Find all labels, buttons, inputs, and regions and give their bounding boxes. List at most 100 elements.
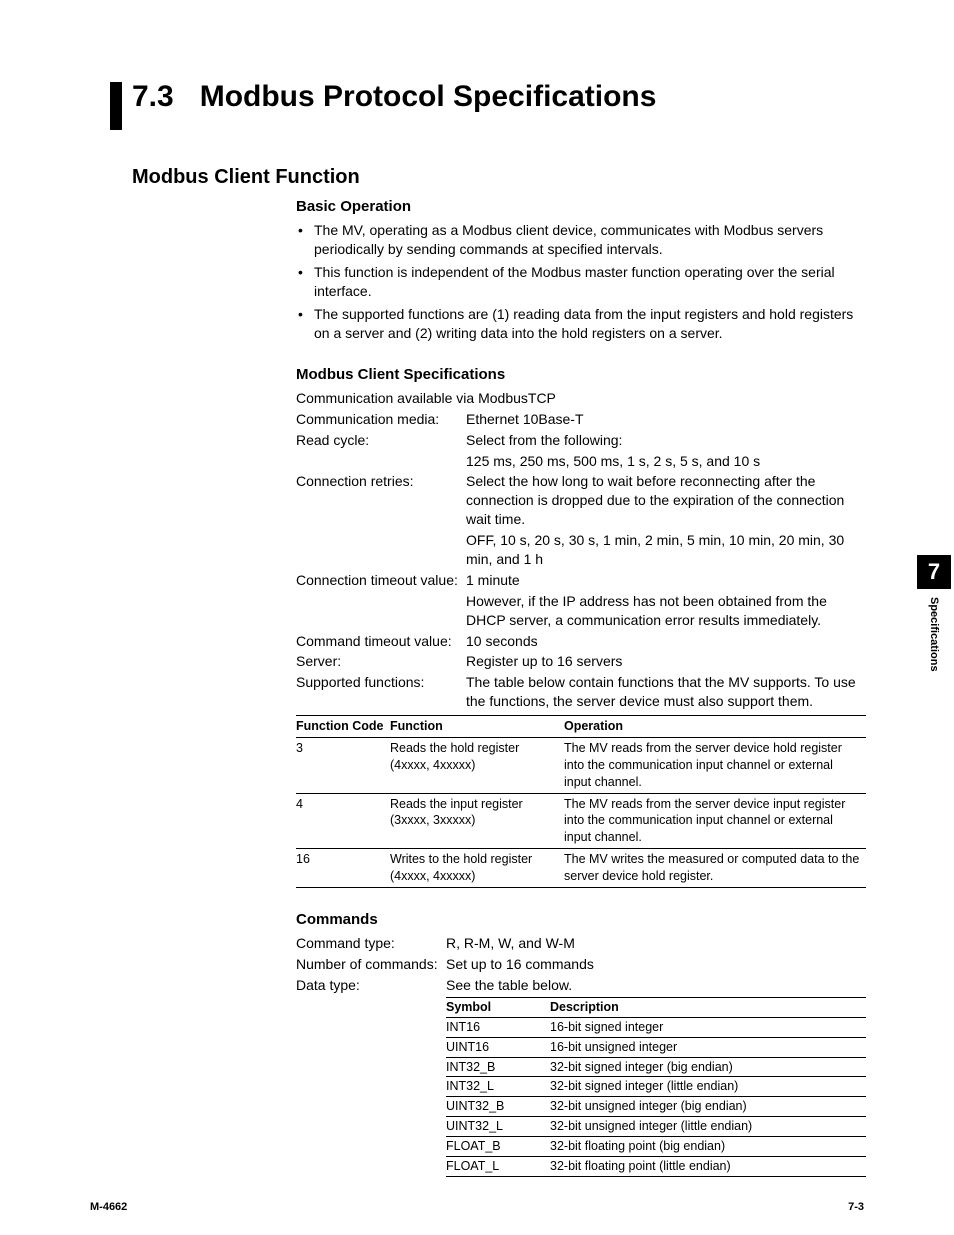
client-specs-intro: Communication available via ModbusTCP [296,389,866,408]
cell-op: The MV reads from the server device inpu… [564,793,866,849]
cell-func: Writes to the hold register (4xxxx, 4xxx… [390,849,564,888]
cell-code: 4 [296,793,390,849]
spec-key: Communication media: [296,410,466,429]
side-tab: 7 Specifications [914,555,954,677]
spec-row: Supported functions:The table below cont… [296,673,866,711]
table-row: INT1616-bit signed integer [446,1017,866,1037]
spec-val: However, if the IP address has not been … [466,592,866,630]
cell-code: 3 [296,737,390,793]
table-row: 4 Reads the input register (3xxxx, 3xxxx… [296,793,866,849]
section-heading: 7.3 Modbus Protocol Specifications [110,80,864,130]
cell-sym: INT16 [446,1017,550,1037]
spec-key: Supported functions: [296,673,466,711]
table-row: UINT32_B32-bit unsigned integer (big end… [446,1097,866,1117]
cmd-row: Data type:See the table below. [296,976,866,995]
spec-key: Connection timeout value: [296,571,466,590]
chapter-chip: 7 [917,555,951,589]
basic-operation-list: The MV, operating as a Modbus client dev… [296,221,866,342]
data-type-table: Symbol Description INT1616-bit signed in… [446,997,866,1177]
cell-desc: 16-bit signed integer [550,1017,866,1037]
spec-row: Communication media:Ethernet 10Base-T [296,410,866,429]
cmd-key: Command type: [296,934,446,953]
spec-val: 125 ms, 250 ms, 500 ms, 1 s, 2 s, 5 s, a… [466,452,866,471]
cell-func: Reads the input register (3xxxx, 3xxxxx) [390,793,564,849]
table-header: Function [390,716,564,738]
table-header: Symbol [446,997,550,1017]
heading-number: 7.3 [132,80,174,113]
spec-row: Server:Register up to 16 servers [296,652,866,671]
spec-key: Server: [296,652,466,671]
function-code-table: Function Code Function Operation 3 Reads… [296,715,866,888]
cell-desc: 32-bit unsigned integer (little endian) [550,1117,866,1137]
table-row: 16 Writes to the hold register (4xxxx, 4… [296,849,866,888]
cell-desc: 32-bit signed integer (little endian) [550,1077,866,1097]
cmd-val: See the table below. [446,976,866,995]
cell-desc: 32-bit floating point (big endian) [550,1137,866,1157]
spec-row: Read cycle:Select from the following: [296,431,866,450]
table-row: 3 Reads the hold register (4xxxx, 4xxxxx… [296,737,866,793]
heading-bar [110,82,122,130]
spec-key: Command timeout value: [296,632,466,651]
table-row: UINT1616-bit unsigned integer [446,1037,866,1057]
heading-title: Modbus Protocol Specifications [200,80,657,113]
spec-val: Select the how long to wait before recon… [466,472,866,529]
spec-row: 125 ms, 250 ms, 500 ms, 1 s, 2 s, 5 s, a… [296,452,866,471]
spec-key: Connection retries: [296,472,466,529]
footer-right: 7-3 [848,1201,864,1213]
list-item: The supported functions are (1) reading … [296,305,866,343]
cell-sym: FLOAT_B [446,1137,550,1157]
footer-left: M-4662 [90,1201,127,1213]
cell-op: The MV reads from the server device hold… [564,737,866,793]
spec-key [296,592,466,630]
side-label: Specifications [928,597,940,672]
table-row: FLOAT_B32-bit floating point (big endian… [446,1137,866,1157]
cell-sym: UINT32_B [446,1097,550,1117]
spec-row: OFF, 10 s, 20 s, 30 s, 1 min, 2 min, 5 m… [296,531,866,569]
cell-sym: UINT32_L [446,1117,550,1137]
table-header: Description [550,997,866,1017]
cell-func: Reads the hold register (4xxxx, 4xxxxx) [390,737,564,793]
cell-desc: 16-bit unsigned integer [550,1037,866,1057]
cmd-row: Command type:R, R-M, W, and W-M [296,934,866,953]
spec-val: Register up to 16 servers [466,652,866,671]
spec-val: Select from the following: [466,431,866,450]
cell-sym: UINT16 [446,1037,550,1057]
page-footer: M-4662 7-3 [90,1201,864,1213]
cell-sym: INT32_B [446,1057,550,1077]
spec-row: However, if the IP address has not been … [296,592,866,630]
spec-val: The table below contain functions that t… [466,673,866,711]
spec-key [296,531,466,569]
spec-key [296,452,466,471]
basic-operation-heading: Basic Operation [296,197,866,217]
cmd-row: Number of commands:Set up to 16 commands [296,955,866,974]
table-row: FLOAT_L32-bit floating point (little end… [446,1156,866,1176]
cell-sym: INT32_L [446,1077,550,1097]
cmd-key: Data type: [296,976,446,995]
table-row: INT32_L32-bit signed integer (little end… [446,1077,866,1097]
spec-val: 10 seconds [466,632,866,651]
table-header: Function Code [296,716,390,738]
spec-val: 1 minute [466,571,866,590]
cell-sym: FLOAT_L [446,1156,550,1176]
table-row: INT32_B32-bit signed integer (big endian… [446,1057,866,1077]
spec-key: Read cycle: [296,431,466,450]
cmd-key: Number of commands: [296,955,446,974]
table-row: UINT32_L32-bit unsigned integer (little … [446,1117,866,1137]
spec-val: Ethernet 10Base-T [466,410,866,429]
client-specs-heading: Modbus Client Specifications [296,365,866,385]
cell-code: 16 [296,849,390,888]
cell-desc: 32-bit signed integer (big endian) [550,1057,866,1077]
spec-val: OFF, 10 s, 20 s, 30 s, 1 min, 2 min, 5 m… [466,531,866,569]
cell-desc: 32-bit unsigned integer (big endian) [550,1097,866,1117]
spec-row: Command timeout value:10 seconds [296,632,866,651]
cmd-val: R, R-M, W, and W-M [446,934,866,953]
list-item: This function is independent of the Modb… [296,263,866,301]
list-item: The MV, operating as a Modbus client dev… [296,221,866,259]
table-header: Operation [564,716,866,738]
cell-desc: 32-bit floating point (little endian) [550,1156,866,1176]
spec-row: Connection timeout value:1 minute [296,571,866,590]
commands-heading: Commands [296,910,866,930]
cell-op: The MV writes the measured or computed d… [564,849,866,888]
subsection-heading: Modbus Client Function [132,166,864,189]
cmd-val: Set up to 16 commands [446,955,866,974]
